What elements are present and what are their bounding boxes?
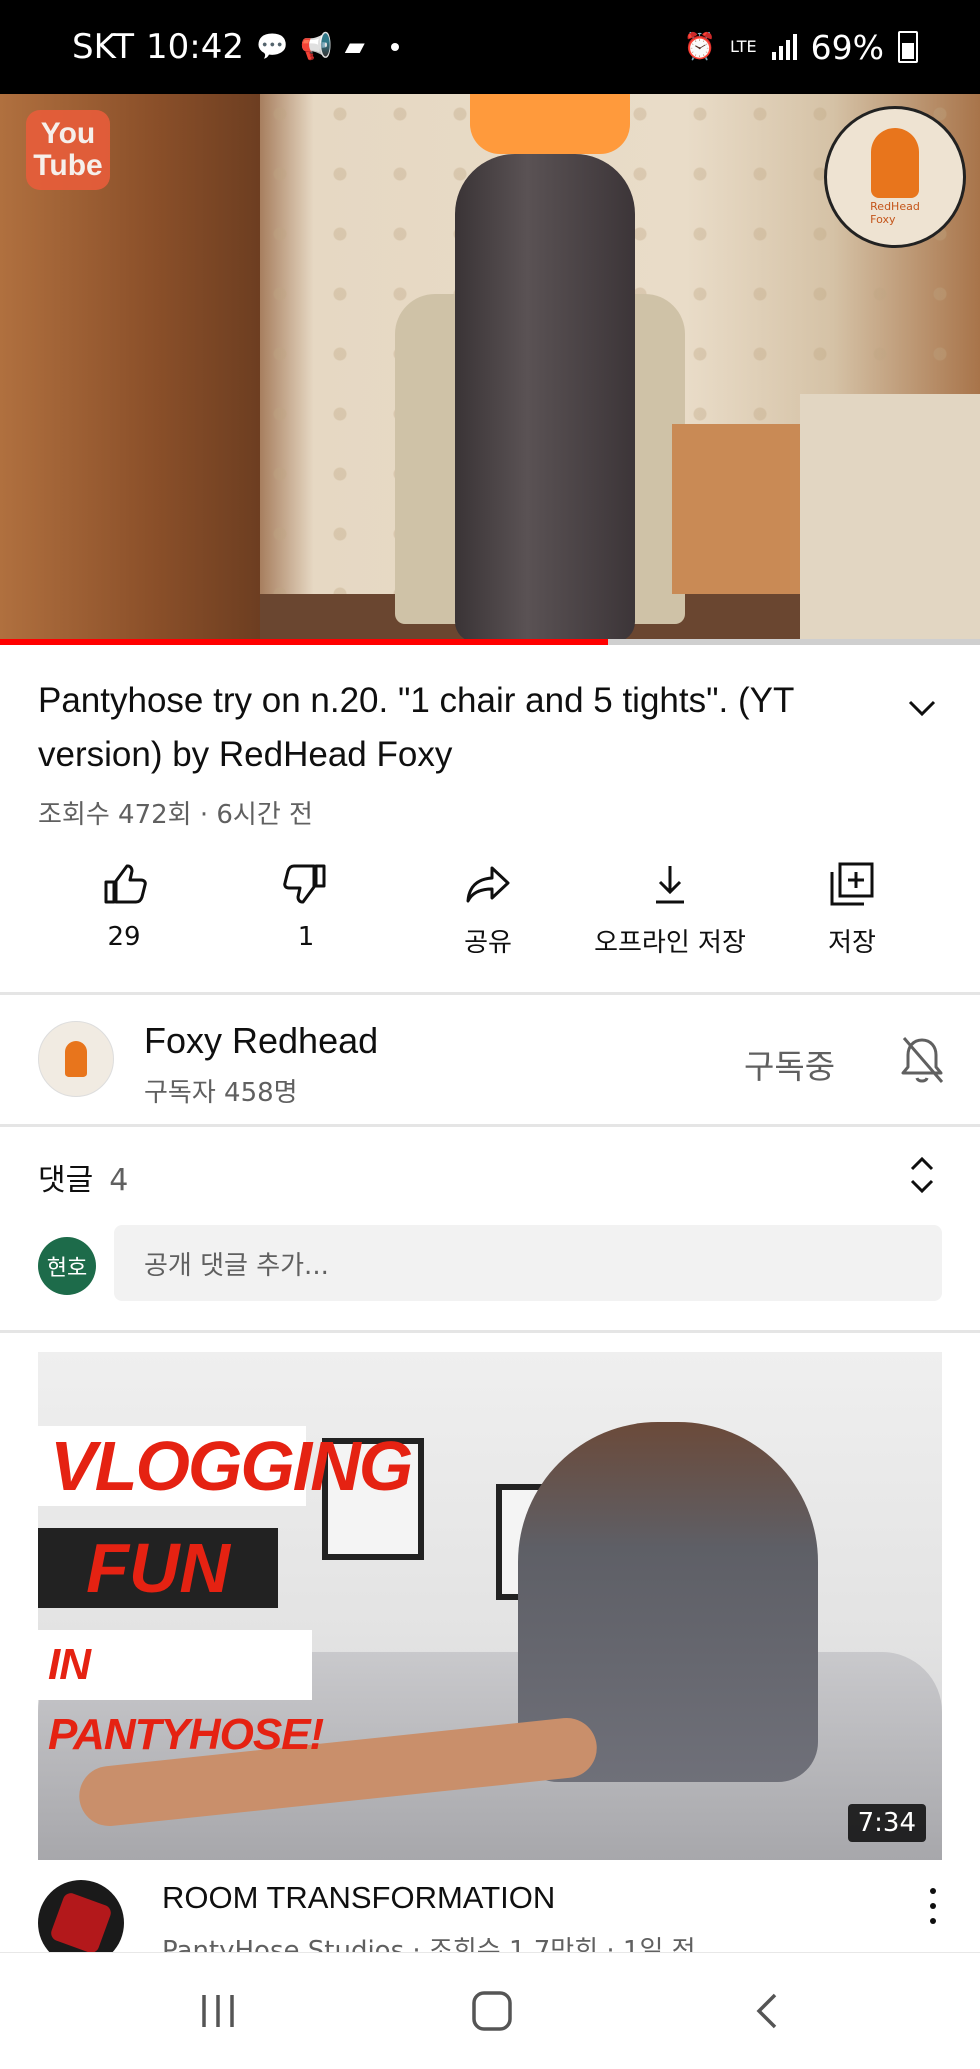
video-meta: 조회수 472회 · 6시간 전 [38,800,313,830]
thumbs-down-icon [283,864,326,904]
home-icon [472,1991,512,2031]
thumb-text-line: FUN [38,1528,278,1608]
comments-title: 댓글 [38,1163,94,1198]
download-button[interactable]: 오프라인 저장 [570,860,770,959]
save-label: 저장 [828,928,876,958]
scene-bed [800,394,980,642]
download-icon [656,866,684,904]
share-arrow-icon [466,866,510,903]
user-avatar[interactable]: 현호 [38,1237,96,1295]
next-video-title[interactable]: ROOM TRANSFORMATION [162,1880,555,1916]
comments-header[interactable]: 댓글 4 [38,1155,128,1199]
battery-icon [898,31,918,63]
thumb-text-line: VLOGGING [38,1426,413,1506]
like-button[interactable]: 29 [24,860,224,952]
save-button[interactable]: 저장 [752,860,952,959]
talk-icon: 💬 [256,32,289,62]
status-bar: SKT 10:42 💬 📢 ▰ ⏰ LTE 69% [0,0,980,94]
notification-dot-icon [390,43,399,51]
comment-input[interactable]: 공개 댓글 추가... [114,1225,942,1301]
divider [0,992,980,995]
signal-icon [771,34,797,60]
more-vert-icon[interactable] [924,1884,942,1928]
video-progress-fill [0,639,608,645]
youtube-watermark-logo: You Tube [26,110,110,190]
video-progress-bar[interactable] [0,639,980,645]
divider [0,1124,980,1127]
home-button[interactable] [432,1953,552,2069]
dislike-button[interactable]: 1 [206,860,406,952]
channel-avatar[interactable] [38,1021,114,1097]
clock: 10:42 [146,27,244,67]
duration-badge: 7:34 [847,1804,926,1842]
fox-icon [65,1041,87,1077]
scene-skirt [470,94,630,154]
like-count: 29 [107,922,141,952]
thumbs-up-icon [104,864,147,904]
network-type: LTE [730,37,757,56]
share-label: 공유 [464,928,512,958]
carrier-label: SKT [72,27,135,67]
subscribed-button[interactable]: 구독중 [744,1040,835,1088]
message-icon: ▰ [344,32,365,62]
video-title[interactable]: Pantyhose try on n.20. "1 chair and 5 ti… [38,674,878,782]
divider [0,1330,980,1333]
channel-watermark-logo: RedHead Foxy [824,106,966,248]
back-button[interactable] [706,1953,826,2069]
scene-person [455,154,635,642]
video-player[interactable]: You Tube RedHead Foxy [0,94,980,642]
action-bar: 29 1 공유 오프라인 저장 저장 [0,860,980,978]
recents-icon [202,1995,234,2027]
comments-count: 4 [109,1163,129,1198]
system-nav-bar [0,1952,980,2069]
unfold-icon[interactable] [906,1155,938,1195]
dislike-count: 1 [297,922,315,952]
alarm-icon: ⏰ [683,32,717,62]
chevron-down-icon[interactable] [902,688,942,728]
subscriber-count: 구독자 458명 [144,1078,298,1108]
download-label: 오프라인 저장 [594,928,746,958]
battery-percent: 69% [810,27,884,67]
next-video-thumbnail[interactable]: VLOGGING FUN IN PANTYHOSE! 7:34 [38,1352,942,1860]
thumb-text-line: IN PANTYHOSE! [38,1630,324,1759]
megaphone-icon: 📢 [300,32,333,62]
back-icon [756,1993,777,2029]
share-button[interactable]: 공유 [388,860,588,959]
add-to-playlist-icon [830,862,874,906]
recent-apps-button[interactable] [158,1953,278,2069]
channel-name[interactable]: Foxy Redhead [144,1020,378,1062]
bell-off-icon[interactable] [898,1034,946,1086]
